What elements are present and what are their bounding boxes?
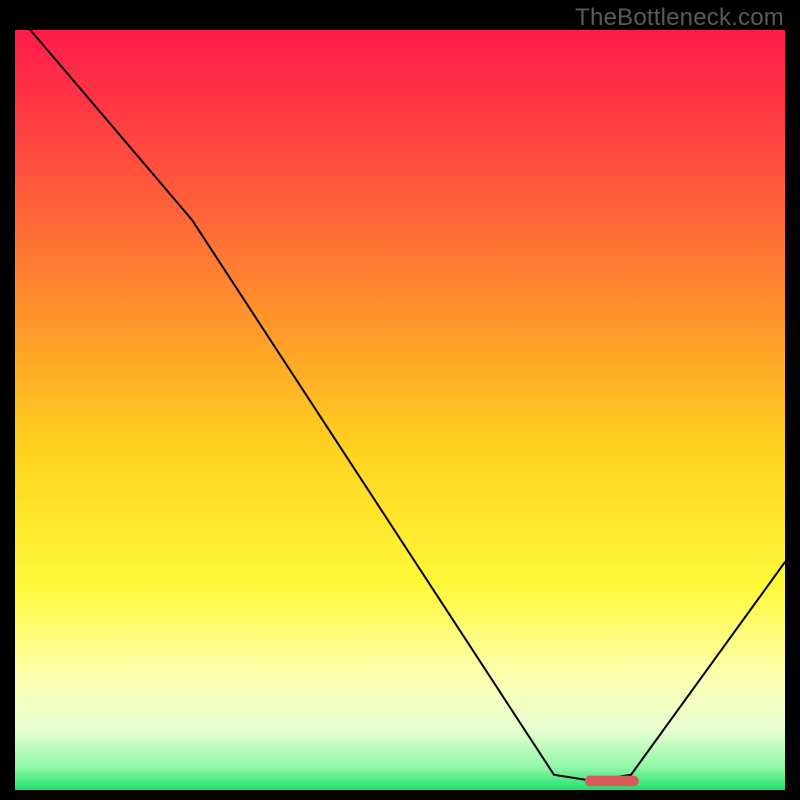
target-bar-marker bbox=[585, 776, 639, 787]
chart-frame: TheBottleneck.com bbox=[0, 0, 800, 800]
gradient-background bbox=[15, 30, 785, 790]
chart-plot-area bbox=[15, 30, 785, 790]
chart-svg bbox=[15, 30, 785, 790]
watermark-text: TheBottleneck.com bbox=[575, 4, 784, 32]
